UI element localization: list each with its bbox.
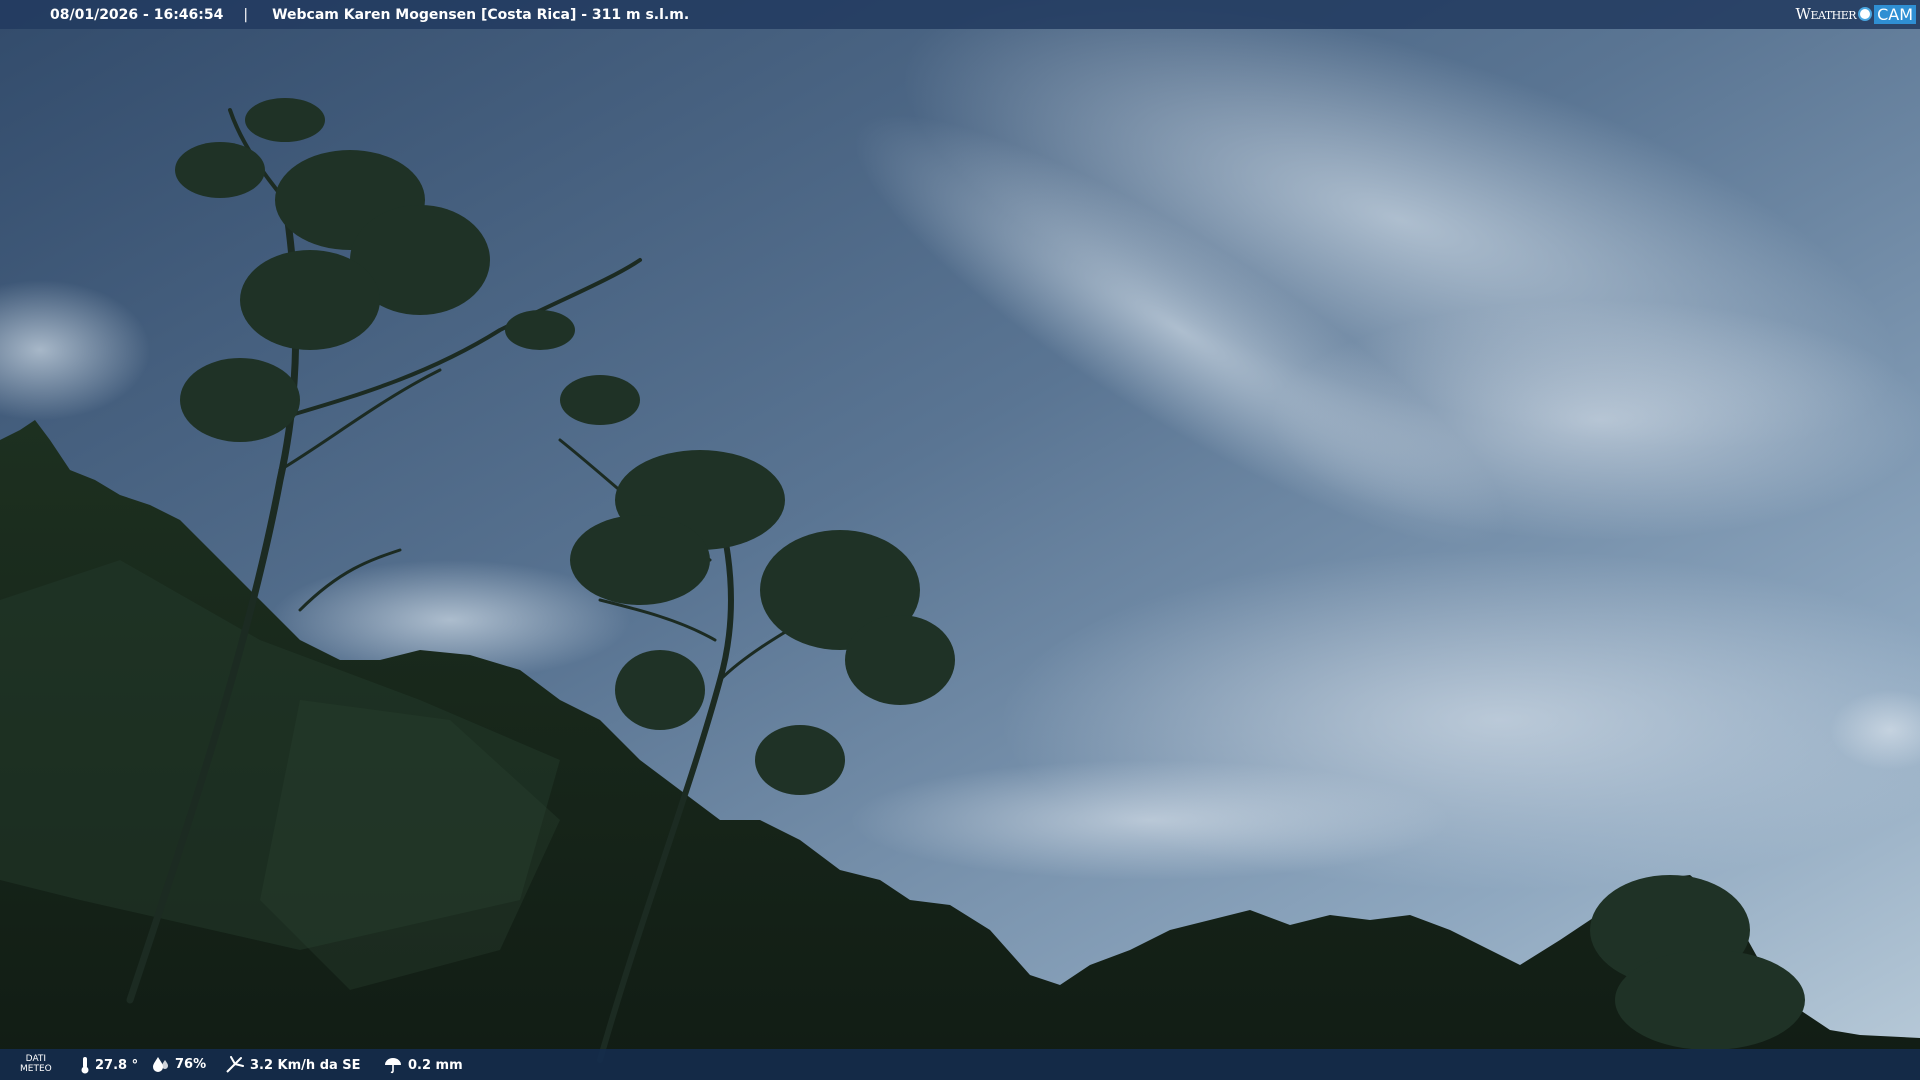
humidity-drop-icon: [153, 1057, 168, 1072]
logo-dot-icon: [1858, 7, 1873, 21]
webcam-frame: 08/01/2026 - 16:46:54 | Webcam Karen Mog…: [0, 0, 1920, 1080]
rain-umbrella-icon: [385, 1058, 401, 1074]
timestamp: 08/01/2026 - 16:46:54: [50, 6, 224, 23]
webcam-image: [0, 0, 1920, 1080]
wind-value: 3.2 Km/h da SE: [250, 1057, 361, 1073]
wind-icon: [226, 1056, 244, 1073]
weather-data-bar: DATI METEO 27.8 ° 76% 3.2 Km/h da SE 0.2…: [0, 1049, 1920, 1080]
logo-cam-text: CAM: [1874, 4, 1916, 24]
humidity-value: 76%: [175, 1056, 207, 1072]
rain-reading: 0.2 mm: [383, 1056, 463, 1074]
top-overlay-bar: 08/01/2026 - 16:46:54 | Webcam Karen Mog…: [0, 0, 1920, 29]
logo-weather-text: Weather: [1795, 5, 1857, 23]
temperature-reading: 27.8 °: [80, 1056, 138, 1074]
rain-value: 0.2 mm: [408, 1057, 463, 1073]
webcam-title: Webcam Karen Mogensen [Costa Rica] - 311…: [272, 6, 690, 23]
thermometer-icon: [81, 1057, 89, 1074]
wind-reading: 3.2 Km/h da SE: [225, 1056, 361, 1074]
title-separator: |: [243, 6, 249, 23]
temperature-value: 27.8 °: [95, 1057, 139, 1073]
dati-meteo-label: DATI METEO: [20, 1054, 52, 1074]
humidity-reading: 76%: [152, 1056, 206, 1072]
weathercam-logo: Weather CAM: [1796, 2, 1916, 26]
